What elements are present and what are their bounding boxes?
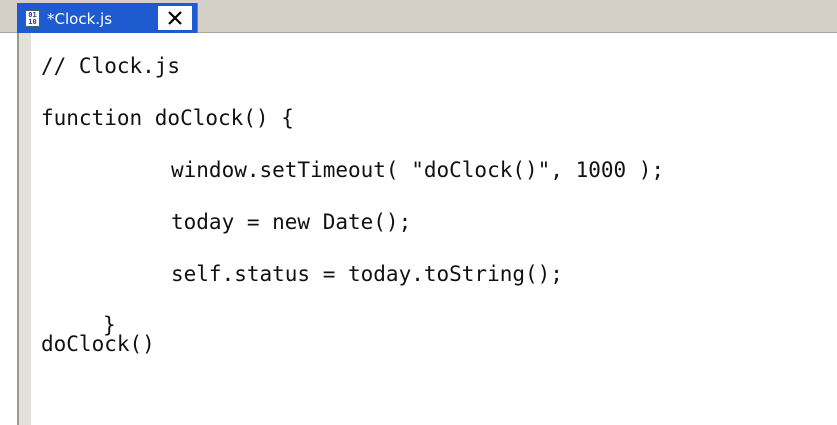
code-editor[interactable]: // Clock.js function doClock() { window.… bbox=[31, 33, 837, 425]
close-icon bbox=[168, 11, 182, 25]
close-tab-button[interactable] bbox=[158, 6, 192, 30]
code-line: doClock() bbox=[41, 332, 155, 356]
editor-tab-bar: 01 10 *Clock.js bbox=[0, 0, 837, 33]
code-line: // Clock.js bbox=[41, 54, 181, 78]
code-line: today = new Date(); bbox=[171, 210, 412, 234]
js-file-icon: 01 10 bbox=[25, 10, 40, 27]
editor-window: 01 10 *Clock.js // Clock.js function doCl… bbox=[0, 0, 837, 425]
tab-clock-js[interactable]: 01 10 *Clock.js bbox=[17, 3, 198, 33]
code-line: window.setTimeout( "doClock()", 1000 ); bbox=[171, 158, 665, 182]
code-line: function doClock() { bbox=[41, 106, 294, 130]
editor-gutter bbox=[17, 33, 31, 425]
code-line: self.status = today.toString(); bbox=[171, 262, 563, 286]
tab-title: *Clock.js bbox=[47, 10, 113, 28]
